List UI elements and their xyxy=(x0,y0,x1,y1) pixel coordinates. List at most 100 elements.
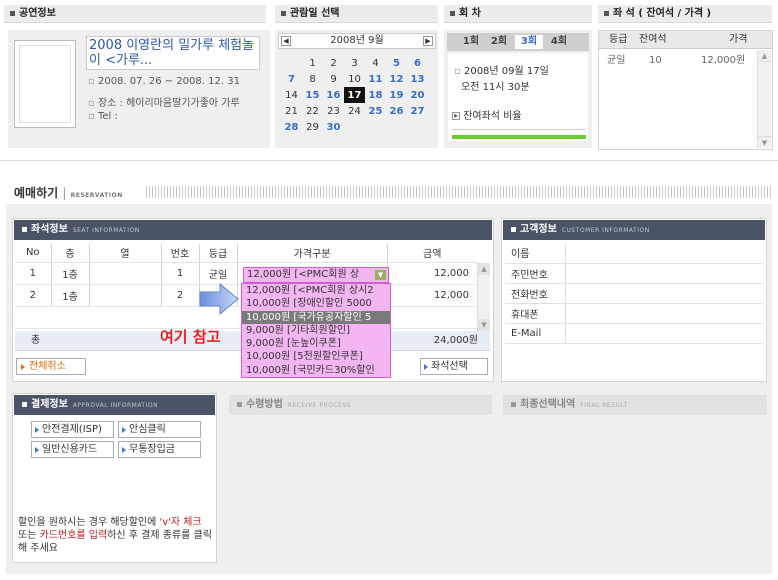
calendar-day[interactable]: 4 xyxy=(365,55,386,71)
calendar-day[interactable]: 24 xyxy=(344,103,365,119)
seats-header: 좌 석 ( 잔여석 / 가격 ) xyxy=(598,5,772,23)
section-title: 공연정보 xyxy=(19,8,56,19)
customer-field-label: 주민번호 xyxy=(505,263,566,284)
seat-table-scrollbar[interactable]: ▲ ▼ xyxy=(477,263,490,331)
dropdown-option[interactable]: 10,000원 [국민카드30%할인 xyxy=(242,364,390,377)
calendar-day[interactable]: 11 xyxy=(365,71,386,87)
seat-list-scrollbar[interactable]: ▲ ▼ xyxy=(757,50,771,148)
performance-info-header: 공연정보 xyxy=(4,5,266,23)
calendar-day[interactable]: 30 xyxy=(323,119,344,135)
calendar-day[interactable]: 1 xyxy=(302,55,323,71)
calendar-day[interactable]: 25 xyxy=(365,103,386,119)
remaining-ratio-bar xyxy=(452,135,586,139)
scroll-down-icon[interactable]: ▼ xyxy=(758,136,771,148)
dropdown-option[interactable]: 9,000원 [기타회원할인] xyxy=(242,324,390,337)
bullet-icon xyxy=(604,10,609,16)
calendar-day[interactable]: 17 xyxy=(344,87,365,103)
next-month-icon[interactable]: ▶ xyxy=(423,36,433,46)
col-row: 열 xyxy=(89,244,162,263)
dropdown-option[interactable]: 10,000원 [장애인할인 5000 xyxy=(242,297,390,310)
calendar-day xyxy=(344,119,365,135)
customer-field-value[interactable] xyxy=(565,243,763,264)
seat-list-row[interactable]: 균일 10 12,000원 xyxy=(599,53,759,69)
arrow-icon xyxy=(122,447,126,453)
arrow-icon xyxy=(21,364,25,370)
col-floor: 층 xyxy=(51,244,90,263)
date-select-header: 관람일 선택 xyxy=(275,5,438,23)
performance-title[interactable]: 2008 이영란의 밀가루 체험놀이 <가루... xyxy=(86,36,260,70)
calendar-day[interactable]: 10 xyxy=(344,71,365,87)
calendar-day xyxy=(365,119,386,135)
price-type-select[interactable]: 12,000원 [<PMC회원 상 ▼ xyxy=(243,267,389,283)
performance-period: ▫ 2008. 07. 26 ~ 2008. 12. 31 xyxy=(88,76,240,87)
bullet-icon xyxy=(22,226,27,232)
calendar-day[interactable]: 7 xyxy=(281,71,302,87)
calendar-day[interactable]: 9 xyxy=(323,71,344,87)
calendar-day[interactable]: 27 xyxy=(407,103,428,119)
final-header: 최종선택내역 FINAL RESULT xyxy=(503,395,767,415)
calendar-day[interactable]: 26 xyxy=(386,103,407,119)
col-price: 가격 xyxy=(729,34,748,45)
payment-credit-card-button[interactable]: 일반신용카드 xyxy=(31,441,114,458)
payment-isp-button[interactable]: 안전결제(ISP) xyxy=(31,421,114,438)
receive-header: 수령방법 RECEIVE PROCESS xyxy=(229,395,492,415)
customer-field-value[interactable] xyxy=(565,303,763,324)
calendar-day[interactable]: 15 xyxy=(302,87,323,103)
customer-field-label: 이름 xyxy=(505,243,566,264)
calendar-day[interactable]: 3 xyxy=(344,55,365,71)
bullet-icon xyxy=(22,401,27,407)
round-tab[interactable]: 3회 xyxy=(515,35,543,49)
calendar-day[interactable]: 2 xyxy=(323,55,344,71)
calendar-day[interactable]: 28 xyxy=(281,119,302,135)
dropdown-option[interactable]: 10,000원 [국가유공자할인 5 xyxy=(242,310,390,324)
calendar-day xyxy=(386,119,407,135)
round-tabs: 1회 2회 3회 4회 xyxy=(447,33,589,51)
col-remaining: 잔여석 xyxy=(639,34,667,45)
calendar-grid: 1 2 3 4 5 6 7 8 9 10 11 12 13 14 15 16 17 18 19 20 21 22 23 24 2… xyxy=(281,55,428,135)
calendar-day[interactable]: 12 xyxy=(386,71,407,87)
arrow-icon: ▶ xyxy=(452,112,460,120)
customer-field-label: E-Mail xyxy=(505,323,566,344)
scroll-up-icon[interactable]: ▲ xyxy=(478,263,490,275)
chevron-down-icon[interactable]: ▼ xyxy=(375,270,386,280)
scroll-down-icon[interactable]: ▼ xyxy=(478,319,490,331)
col-price-type: 가격구분 xyxy=(237,244,388,263)
calendar-day[interactable]: 23 xyxy=(323,103,344,119)
customer-field-value[interactable] xyxy=(565,323,763,344)
round-tab[interactable]: 1회 xyxy=(457,35,485,49)
calendar-day[interactable]: 29 xyxy=(302,119,323,135)
payment-bank-transfer-button[interactable]: 무통장입금 xyxy=(118,441,201,458)
calendar-day[interactable]: 18 xyxy=(365,87,386,103)
calendar-day[interactable]: 22 xyxy=(302,103,323,119)
calendar-day[interactable]: 14 xyxy=(281,87,302,103)
calendar-day[interactable]: 6 xyxy=(407,55,428,71)
customer-field-value[interactable] xyxy=(565,263,763,284)
round-date: ▫ 2008년 09월 17일 xyxy=(454,66,549,77)
dropdown-option[interactable]: 12,000원 [<PMC회원 상시2 xyxy=(242,284,390,297)
scroll-up-icon[interactable]: ▲ xyxy=(758,50,771,62)
cancel-all-button[interactable]: 전체취소 xyxy=(16,358,86,375)
customer-field-value[interactable] xyxy=(565,283,763,304)
calendar-day[interactable]: 21 xyxy=(281,103,302,119)
calendar-day[interactable]: 16 xyxy=(323,87,344,103)
round-tab[interactable]: 2회 xyxy=(485,35,513,49)
round-tab[interactable]: 4회 xyxy=(545,35,573,49)
calendar-day[interactable]: 19 xyxy=(386,87,407,103)
dropdown-option[interactable]: 9,000원 [눈높이쿠폰] xyxy=(242,337,390,350)
col-no: No xyxy=(15,244,52,263)
select-seat-button[interactable]: 좌석선택 xyxy=(420,358,488,375)
payment-note: 할인을 원하시는 경우 해당할인에 'v'자 체크 또는 카드번호를 입력하신 … xyxy=(18,517,212,554)
calendar-day[interactable]: 5 xyxy=(386,55,407,71)
col-grade: 등급 xyxy=(199,244,238,263)
dropdown-option[interactable]: 10,000원 [5천원할인쿠폰] xyxy=(242,350,390,363)
section-title: 좌 석 ( 잔여석 / 가격 ) xyxy=(613,8,712,19)
calendar-day[interactable]: 20 xyxy=(407,87,428,103)
remaining-ratio-label: ▶ 잔여좌석 비율 xyxy=(452,108,586,130)
price-type-dropdown-list[interactable]: 12,000원 [<PMC회원 상시2 10,000원 [장애인할인 5000 10… xyxy=(241,283,391,378)
calendar-day[interactable]: 8 xyxy=(302,71,323,87)
seat-list-header: 등급 잔여석 가격 xyxy=(599,31,772,49)
calendar-day[interactable]: 13 xyxy=(407,71,428,87)
section-title: 관람일 선택 xyxy=(290,8,340,19)
bullet-icon xyxy=(281,10,286,16)
payment-safe-click-button[interactable]: 안심클릭 xyxy=(118,421,201,438)
